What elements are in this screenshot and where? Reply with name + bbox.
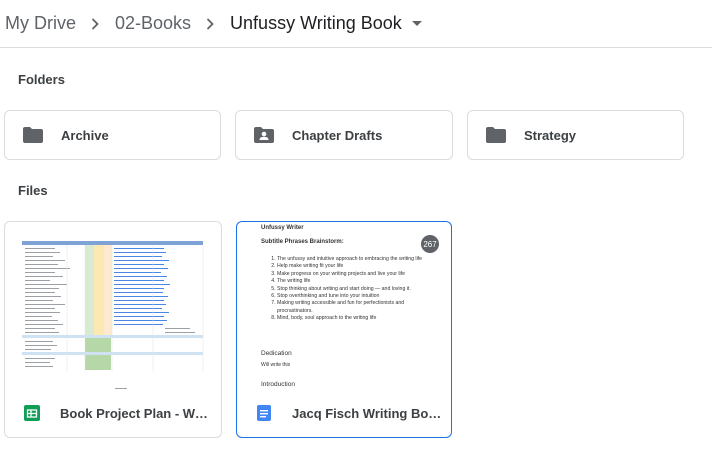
shared-folder-icon	[254, 127, 274, 143]
folder-name: Chapter Drafts	[292, 127, 383, 143]
breadcrumb-my-drive[interactable]: My Drive	[5, 7, 76, 40]
google-sheets-icon	[24, 405, 40, 421]
breadcrumb-current-folder[interactable]: Unfussy Writing Book	[230, 7, 402, 40]
doc-list: The unfussy and intuitive approach to em…	[271, 256, 431, 323]
doc-list-item: Making writing accessible and fun for pe…	[277, 300, 431, 315]
doc-subtitle: Subtitle Phrases Brainstorm:	[261, 239, 344, 245]
chevron-right-icon	[91, 17, 99, 30]
file-footer: Book Project Plan - Writ...	[5, 389, 221, 437]
file-card-jacq-fisch-writing-book[interactable]: Unfussy Writer Subtitle Phrases Brainsto…	[236, 221, 452, 438]
folder-archive[interactable]: Archive	[4, 110, 221, 160]
folder-chapter-drafts[interactable]: Chapter Drafts	[235, 110, 453, 160]
spreadsheet-thumbnail	[5, 222, 221, 390]
folder-icon	[23, 127, 43, 143]
folder-name: Strategy	[524, 127, 577, 143]
google-docs-icon	[257, 405, 271, 421]
file-name: Jacq Fisch Writing Boo...	[292, 405, 442, 421]
doc-list-item: Stop overthinking and tune into your int…	[277, 293, 431, 300]
folder-name: Archive	[61, 127, 109, 143]
doc-list-item: Stop thinking about writing and start do…	[277, 286, 431, 293]
document-thumbnail: Unfussy Writer Subtitle Phrases Brainsto…	[237, 222, 451, 390]
file-footer: Jacq Fisch Writing Boo...	[237, 389, 451, 437]
breadcrumb-02-books[interactable]: 02-Books	[115, 7, 191, 40]
doc-list-item: Mind, body, soul approach to the writing…	[277, 315, 431, 322]
doc-list-item: Help make writing fit your life	[277, 263, 431, 270]
doc-dedication-text: Will write this	[261, 362, 291, 368]
doc-list-item: The unfussy and intuitive approach to em…	[277, 256, 431, 263]
doc-list-item: Make progress on your writing projects a…	[277, 271, 431, 278]
doc-title: Unfussy Writer	[261, 225, 304, 231]
doc-dedication-heading: Dedication	[261, 350, 292, 357]
files-section-label: Files	[18, 183, 48, 198]
folders-section-label: Folders	[18, 72, 65, 87]
doc-list-item: The writing life	[277, 278, 431, 285]
folder-icon	[486, 127, 506, 143]
breadcrumb: My Drive 02-Books Unfussy Writing Book	[0, 0, 712, 48]
folder-strategy[interactable]: Strategy	[467, 110, 684, 160]
file-card-book-project-plan[interactable]: Book Project Plan - Writ...	[4, 221, 222, 438]
file-name: Book Project Plan - Writ...	[60, 405, 210, 421]
spreadsheet-preview	[22, 241, 204, 390]
chevron-right-icon	[206, 17, 214, 30]
comment-count-badge: 267	[421, 235, 439, 253]
doc-introduction-heading: Introduction	[261, 381, 295, 388]
caret-down-icon[interactable]	[411, 20, 422, 27]
